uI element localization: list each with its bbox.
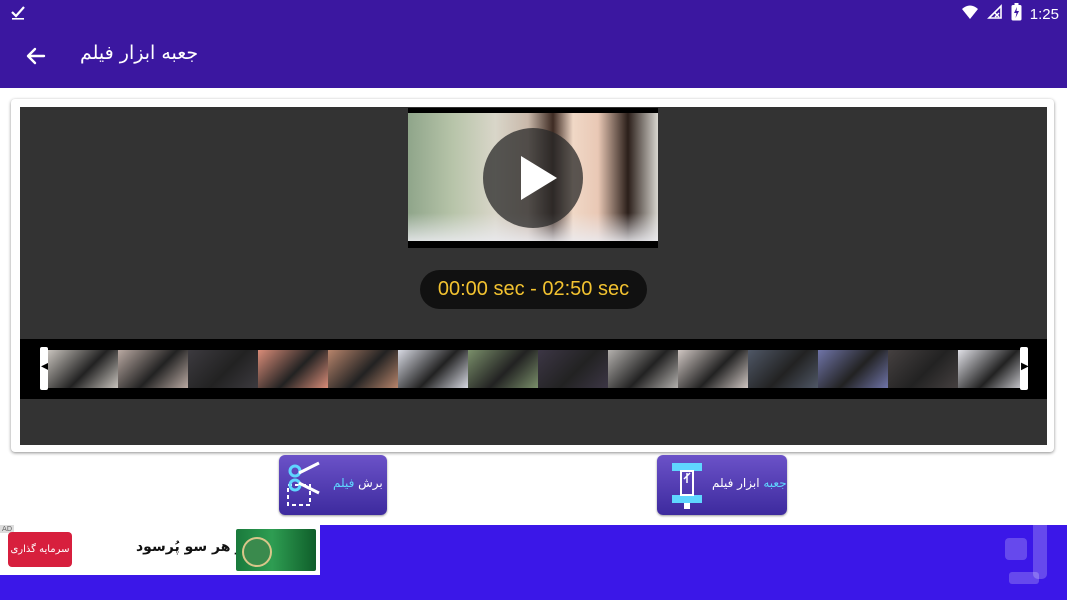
play-icon[interactable] [483, 128, 583, 228]
timeline-thumbnail [818, 350, 888, 388]
trim-end-handle[interactable]: ▶ [1020, 347, 1029, 390]
scissors-cut-icon [285, 461, 333, 513]
timeline-thumbnail [468, 350, 538, 388]
timeline-thumbnail [958, 350, 1028, 388]
ad-banner[interactable]: AD سرمایه گذاری از هر سو پُرسود [0, 525, 320, 575]
cut-label-part: برش [358, 476, 383, 490]
timeline-thumbnail [748, 350, 818, 388]
timeline-thumbnail [538, 350, 608, 388]
time-range-label: 00:00 sec - 02:50 sec [420, 270, 647, 309]
video-editor-panel: 00:00 sec - 02:50 sec ◀ ▶ [20, 107, 1047, 445]
timeline-thumbnail [678, 350, 748, 388]
timeline-thumbnail [888, 350, 958, 388]
trim-start-handle[interactable]: ◀ [40, 347, 49, 390]
status-time: 1:25 [1029, 5, 1059, 23]
toolbox-icon [669, 459, 705, 515]
cut-film-button[interactable]: برش فیلم [279, 455, 387, 515]
film-toolbox-label: جعبه ابزار فیلم [712, 476, 787, 490]
app-bar: جعبه ابزار فیلم [0, 26, 1067, 88]
timeline-strip[interactable]: ◀ ▶ [20, 339, 1047, 399]
timeline-thumbnail [328, 350, 398, 388]
cut-film-label: برش فیلم [333, 476, 383, 490]
video-preview[interactable] [408, 108, 658, 248]
thumbnail-row [48, 350, 1028, 388]
timeline-thumbnail [188, 350, 258, 388]
toolbox-label-part: ابزار فیلم [712, 476, 764, 490]
done-all-icon [10, 4, 26, 24]
ad-headline: از هر سو پُرسود [136, 539, 249, 555]
no-signal-icon [986, 4, 1003, 24]
battery-charging-icon [1011, 3, 1022, 25]
timeline-thumbnail [258, 350, 328, 388]
film-toolbox-button[interactable]: جعبه ابزار فیلم [657, 455, 787, 515]
wifi-icon [961, 4, 979, 24]
ad-image [236, 529, 316, 571]
app-logo-watermark-icon [1005, 494, 1049, 584]
toolbox-label-highlight: جعبه [763, 476, 787, 490]
timeline-thumbnail [48, 350, 118, 388]
timeline-thumbnail [118, 350, 188, 388]
ad-cta-button[interactable]: سرمایه گذاری [8, 532, 72, 567]
timeline-thumbnail [608, 350, 678, 388]
player-card: 00:00 sec - 02:50 sec ◀ ▶ [11, 99, 1054, 452]
page-title: جعبه ابزار فیلم [80, 42, 199, 64]
status-bar: 1:25 [0, 0, 1067, 26]
timeline-thumbnail [398, 350, 468, 388]
cut-label-highlight: فیلم [333, 476, 359, 490]
arrow-back-icon[interactable] [24, 44, 48, 68]
